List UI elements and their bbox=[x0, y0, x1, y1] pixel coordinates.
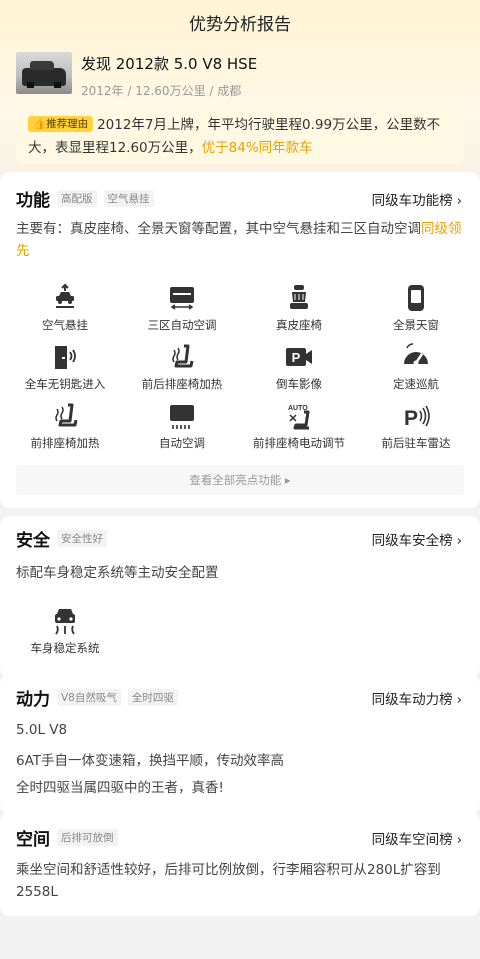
space-title: 空间 bbox=[16, 829, 50, 850]
function-card: 功能 高配版 空气悬挂 同级车功能榜 › 主要有：真皮座椅、全景天窗等配置，其中空… bbox=[0, 172, 480, 508]
seat-heating-icon bbox=[172, 344, 194, 368]
power-card: 动力 V8自然吸气 全时四驱 同级车动力榜 › 5.0L V8 6AT手自一体变速… bbox=[0, 674, 480, 814]
safety-rank-link[interactable]: 同级车安全榜 › bbox=[372, 529, 462, 549]
power-title: 动力 bbox=[16, 689, 50, 710]
feature-item: 前后排座椅加热 bbox=[126, 342, 238, 392]
air-suspension-icon bbox=[56, 283, 74, 308]
power-rank-link[interactable]: 同级车动力榜 › bbox=[372, 688, 462, 708]
feature-item: AUTO 前排座椅电动调节 bbox=[243, 401, 355, 451]
power-tag: 全时四驱 bbox=[127, 688, 178, 706]
feature-item: 定速巡航 bbox=[360, 342, 472, 392]
feature-item: P 前后驻车雷达 bbox=[360, 401, 472, 451]
reverse-camera-icon: P bbox=[286, 348, 312, 366]
cruise-control-icon bbox=[404, 343, 428, 366]
feature-item: 全车无钥匙进入 bbox=[9, 342, 121, 392]
power-tag: V8自然吸气 bbox=[57, 688, 121, 706]
car-thumbnail bbox=[16, 52, 72, 94]
space-header: 空间 后排可放倒 bbox=[16, 823, 118, 851]
safety-card: 安全 安全性好 同级车安全榜 › 标配车身稳定系统等主动安全配置 车身稳定系统 bbox=[0, 516, 480, 678]
function-title: 功能 bbox=[16, 190, 50, 211]
space-tag: 后排可放倒 bbox=[57, 828, 118, 846]
power-engine: 5.0L V8 bbox=[16, 722, 68, 738]
auto-ac-icon bbox=[170, 405, 194, 429]
feature-item: 三区自动空调 bbox=[126, 283, 238, 333]
feature-item: 车身稳定系统 bbox=[9, 606, 121, 656]
safety-tag: 安全性好 bbox=[57, 529, 107, 547]
car-summary[interactable]: 发现 2012款 5.0 V8 HSE 2012年 / 12.60万公里 / 成… bbox=[16, 52, 257, 99]
power-seat-icon: AUTO bbox=[288, 405, 310, 430]
car-meta: 2012年 / 12.60万公里 / 成都 bbox=[81, 84, 242, 98]
triangle-right-icon: ▸ bbox=[281, 473, 291, 487]
power-header: 动力 V8自然吸气 全时四驱 bbox=[16, 683, 178, 711]
page-title: 优势分析报告 bbox=[189, 15, 291, 35]
panoramic-sunroof-icon bbox=[408, 285, 424, 311]
function-desc: 主要有：真皮座椅、全景天窗等配置，其中空气悬挂和三区自动空调同级领先 bbox=[16, 221, 462, 259]
chevron-right-icon: › bbox=[456, 692, 462, 708]
chevron-right-icon: › bbox=[456, 193, 462, 209]
space-card: 空间 后排可放倒 同级车空间榜 › 乘坐空间和舒适性较好，后排可比例放倒，行李厢容… bbox=[0, 812, 480, 916]
space-rank-link[interactable]: 同级车空间榜 › bbox=[372, 828, 462, 848]
feature-item: 全景天窗 bbox=[360, 283, 472, 333]
feature-item: 真皮座椅 bbox=[243, 283, 355, 333]
recommend-reason: 👍推荐理由 2012年7月上牌，年平均行驶里程0.99万公里，公里数不大，表显里程… bbox=[16, 104, 464, 164]
power-drivetrain: 全时四驱当属四驱中的王者，真香! bbox=[16, 780, 224, 796]
leather-seat-icon bbox=[290, 285, 308, 309]
safety-desc: 标配车身稳定系统等主动安全配置 bbox=[16, 565, 219, 581]
recommend-badge: 👍推荐理由 bbox=[28, 116, 94, 132]
feature-item: 自动空调 bbox=[126, 401, 238, 451]
view-all-features-button[interactable]: 查看全部亮点功能 ▸ bbox=[16, 465, 464, 495]
parking-radar-icon: P bbox=[404, 405, 430, 430]
svg-text:P: P bbox=[404, 407, 418, 430]
function-rank-link[interactable]: 同级车功能榜 › bbox=[372, 189, 462, 209]
chevron-right-icon: › bbox=[456, 533, 462, 549]
feature-item: 空气悬挂 bbox=[9, 283, 121, 333]
front-seat-heating-icon bbox=[55, 403, 78, 427]
thumbs-up-icon: 👍 bbox=[33, 118, 47, 130]
chevron-right-icon: › bbox=[456, 832, 462, 848]
power-transmission: 6AT手自一体变速箱，换挡平顺，传动效率高 bbox=[16, 753, 285, 769]
function-tag: 空气悬挂 bbox=[103, 189, 154, 207]
feature-item: 前排座椅加热 bbox=[9, 401, 121, 451]
function-header: 功能 高配版 空气悬挂 bbox=[16, 184, 154, 212]
function-tag: 高配版 bbox=[57, 189, 97, 207]
tri-zone-ac-icon bbox=[170, 287, 194, 310]
reason-highlight: 优于84%同年款车 bbox=[201, 140, 313, 156]
car-name: 发现 2012款 5.0 V8 HSE bbox=[81, 55, 258, 73]
safety-title: 安全 bbox=[16, 530, 50, 551]
feature-item: P 倒车影像 bbox=[243, 342, 355, 392]
safety-header: 安全 安全性好 bbox=[16, 524, 107, 552]
space-desc: 乘坐空间和舒适性较好，后排可比例放倒，行李厢容积可从280L扩容到2558L bbox=[16, 862, 441, 900]
stability-control-icon bbox=[55, 609, 75, 635]
svg-text:P: P bbox=[292, 350, 301, 365]
keyless-entry-icon bbox=[55, 346, 76, 369]
